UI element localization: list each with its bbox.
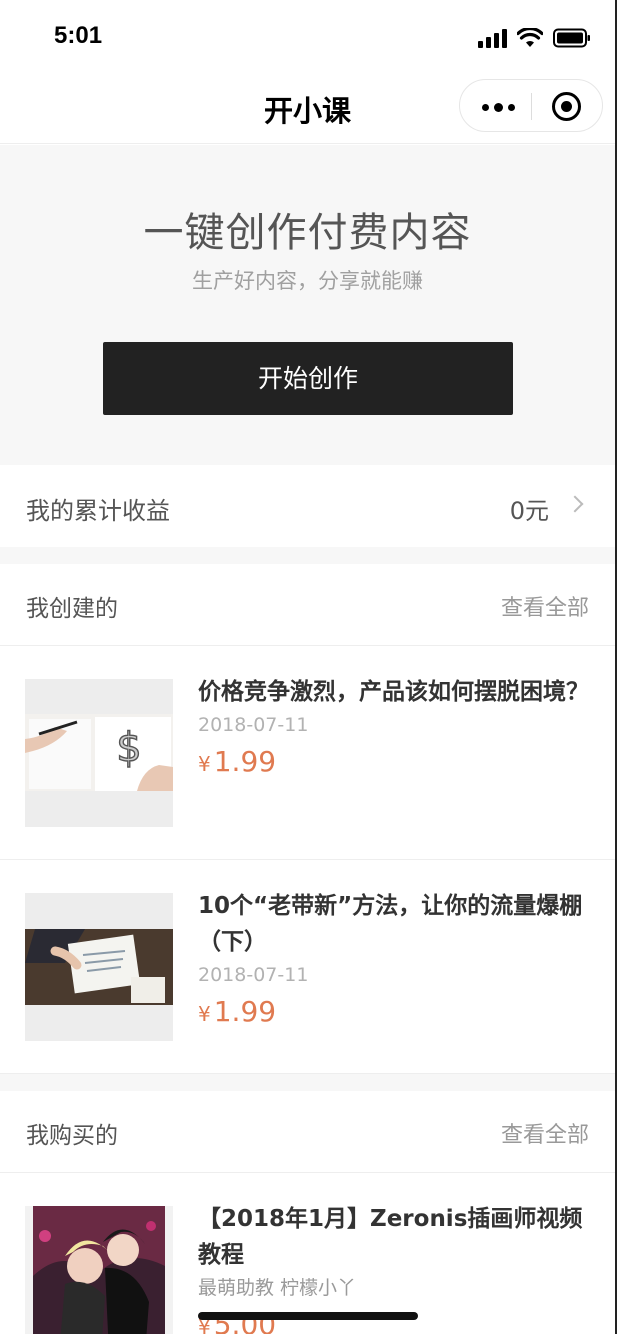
- purchased-course-item[interactable]: 【2018年1月】Zeronis插画师视频教程 最萌助教 柠檬小丫 ¥5.00: [0, 1173, 615, 1334]
- section-gap: [0, 1074, 615, 1091]
- mini-program-page: 5:01 开小课 一键创作付费内容 生产好内容，分享就能赚 开始创作 我的累计收…: [0, 0, 617, 1334]
- created-course-item[interactable]: $ 价格竞争激烈，产品该如何摆脱困境？ 2018-07-11 ¥1.99: [0, 646, 615, 860]
- course-info: 10个“老带新”方法，让你的流量爆棚（下） 2018-07-11 ¥1.99: [198, 888, 598, 1032]
- capsule-divider: [531, 93, 532, 120]
- signal-icon: [478, 28, 507, 48]
- course-title: 【2018年1月】Zeronis插画师视频教程: [198, 1206, 583, 1268]
- status-icons: [478, 26, 591, 48]
- home-indicator: [198, 1312, 418, 1320]
- hero-title: 一键创作付费内容: [143, 210, 472, 256]
- wifi-icon: [517, 28, 543, 47]
- start-create-button[interactable]: 开始创作: [103, 342, 513, 415]
- hero-banner: 一键创作付费内容 生产好内容，分享就能赚 开始创作: [0, 145, 615, 465]
- created-section-title: 我创建的: [26, 596, 118, 622]
- purchased-view-all-link[interactable]: 查看全部: [501, 1117, 589, 1149]
- course-date: 2018-07-11: [198, 964, 309, 986]
- earnings-value: 0元: [509, 497, 549, 525]
- currency-symbol: ¥: [198, 752, 211, 776]
- hands-writing-dollar-sign-image: $: [25, 679, 173, 827]
- svg-text:$: $: [116, 725, 141, 771]
- status-time: 5:01: [54, 22, 103, 49]
- purchased-section-title: 我购买的: [26, 1123, 118, 1149]
- price-value: 1.99: [213, 745, 277, 778]
- hero-subtitle: 生产好内容，分享就能赚: [192, 269, 423, 293]
- chevron-right-icon: [566, 495, 584, 513]
- battery-icon: [553, 28, 590, 48]
- capsule-menu: [459, 79, 603, 132]
- status-bar: 5:01: [0, 0, 615, 76]
- course-price: ¥1.99: [198, 994, 598, 1032]
- course-price: ¥1.99: [198, 744, 598, 782]
- created-course-item[interactable]: 10个“老带新”方法，让你的流量爆棚（下） 2018-07-11 ¥1.99: [0, 860, 615, 1074]
- close-mini-program-icon[interactable]: [552, 92, 581, 121]
- nav-bar: 开小课: [0, 76, 615, 144]
- course-title: 价格竞争激烈，产品该如何摆脱困境？: [198, 679, 589, 705]
- price-value: 1.99: [213, 995, 277, 1028]
- section-gap: [0, 547, 615, 564]
- business-meeting-notebook-image: [25, 893, 173, 1041]
- created-view-all-link[interactable]: 查看全部: [501, 590, 589, 622]
- anime-illustration-cover-image: [25, 1206, 173, 1334]
- course-title: 10个“老带新”方法，让你的流量爆棚（下）: [198, 893, 583, 955]
- course-date: 2018-07-11: [198, 714, 309, 736]
- purchased-section-header: 我购买的 查看全部: [0, 1091, 615, 1173]
- earnings-row[interactable]: 我的累计收益 0元: [0, 465, 615, 547]
- created-section-header: 我创建的 查看全部: [0, 564, 615, 646]
- more-icon[interactable]: [482, 103, 515, 112]
- currency-symbol: ¥: [198, 1002, 211, 1026]
- earnings-label: 我的累计收益: [26, 497, 170, 525]
- course-author: 最萌助教 柠檬小丫: [198, 1277, 357, 1299]
- course-info: 价格竞争激烈，产品该如何摆脱困境？ 2018-07-11 ¥1.99: [198, 674, 598, 782]
